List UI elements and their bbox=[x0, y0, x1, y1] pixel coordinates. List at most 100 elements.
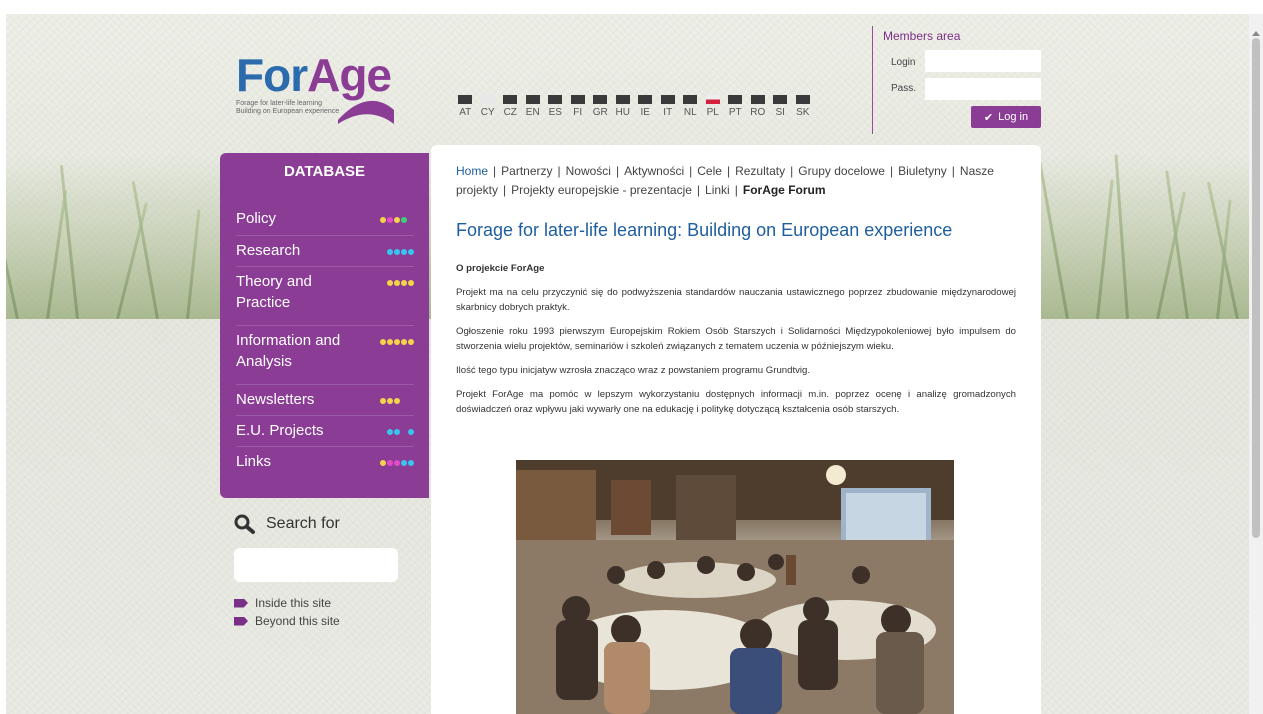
nav-link-5[interactable]: Cele bbox=[697, 164, 722, 178]
dot-icon bbox=[394, 339, 400, 345]
dot-icon bbox=[380, 398, 386, 404]
flag-icon bbox=[593, 95, 608, 104]
dot-icon bbox=[401, 429, 407, 435]
lang-code: GR bbox=[592, 107, 608, 118]
db-item-label: Links bbox=[236, 453, 272, 470]
nav-link-2[interactable]: Partnerzy bbox=[501, 164, 552, 178]
lang-cy[interactable]: CY bbox=[477, 95, 500, 118]
lang-cz[interactable]: CZ bbox=[499, 95, 522, 118]
db-item-theory-and-practice[interactable]: Theory and Practice bbox=[236, 266, 414, 325]
lang-fi[interactable]: FI bbox=[567, 95, 590, 118]
nav-link-8[interactable]: Biuletyny bbox=[898, 164, 947, 178]
dot-icon bbox=[394, 217, 400, 223]
nav-link-7[interactable]: Grupy docelowe bbox=[798, 164, 885, 178]
paragraph-4: Projekt ForAge ma pomóc w lepszym wykorz… bbox=[456, 389, 1016, 415]
magnifier-icon bbox=[234, 514, 255, 534]
scope-beyond[interactable]: Beyond this site bbox=[234, 614, 414, 628]
search-area: Search for Inside this site Beyond this … bbox=[234, 514, 414, 632]
lang-ie[interactable]: IE bbox=[634, 95, 657, 118]
lang-es[interactable]: ES bbox=[544, 95, 567, 118]
lang-code: ES bbox=[548, 107, 562, 118]
lang-code: CY bbox=[480, 107, 495, 118]
nav-separator: | bbox=[557, 164, 561, 178]
flag-icon bbox=[525, 95, 540, 104]
paragraph-3: Ilość tego typu inicjatyw wzrosła znaczą… bbox=[456, 365, 811, 376]
lang-at[interactable]: AT bbox=[454, 95, 477, 118]
lang-hu[interactable]: HU bbox=[612, 95, 635, 118]
nav-link-1[interactable]: Home bbox=[456, 164, 488, 178]
members-area-title: Members area bbox=[883, 29, 961, 43]
scrollbar-thumb[interactable] bbox=[1252, 38, 1260, 538]
lang-sk[interactable]: SK bbox=[792, 95, 815, 118]
language-selector: AT CY CZ EN ES FI GR HU IE IT NL PL PT RO SI SK bbox=[454, 95, 814, 118]
lang-code: NL bbox=[683, 107, 697, 118]
forage-logo[interactable]: ForAge Forage for later-life learning Bu… bbox=[236, 52, 406, 132]
nav-link-11[interactable]: Linki bbox=[705, 183, 730, 197]
dot-icon bbox=[401, 217, 407, 223]
dot-icon bbox=[408, 249, 414, 255]
db-item-label: Information and Analysis bbox=[236, 332, 341, 370]
db-item-links[interactable]: Links bbox=[236, 446, 414, 479]
lang-it[interactable]: IT bbox=[657, 95, 680, 118]
grass-blade bbox=[186, 209, 201, 320]
lang-pl[interactable]: PL bbox=[702, 95, 725, 118]
flag-icon bbox=[773, 95, 788, 104]
lang-code: SK bbox=[796, 107, 810, 118]
article-body: O projekcie ForAge Projekt ma na celu pr… bbox=[456, 261, 1016, 426]
dot-icon bbox=[380, 249, 386, 255]
search-input[interactable] bbox=[234, 548, 398, 582]
lang-en[interactable]: EN bbox=[522, 95, 545, 118]
nav-separator: | bbox=[503, 183, 507, 197]
db-item-research[interactable]: Research bbox=[236, 235, 414, 266]
lang-pt[interactable]: PT bbox=[724, 95, 747, 118]
tag-icon bbox=[234, 616, 248, 626]
page-heading: Forage for later-life learning: Building… bbox=[456, 220, 953, 240]
paragraph-1: Projekt ma na celu przyczynić się do pod… bbox=[456, 287, 1016, 313]
dot-icon bbox=[394, 398, 400, 404]
color-dots bbox=[380, 398, 414, 404]
lang-ro[interactable]: RO bbox=[747, 95, 770, 118]
nav-link-10[interactable]: Projekty europejskie - prezentacje bbox=[511, 183, 692, 197]
scroll-up-icon[interactable] bbox=[1252, 31, 1260, 36]
grass-blade bbox=[59, 164, 79, 320]
nav-link-12[interactable]: ForAge Forum bbox=[743, 183, 826, 197]
color-dots bbox=[380, 429, 414, 435]
db-item-label: E.U. Projects bbox=[236, 422, 324, 439]
flag-icon bbox=[480, 95, 495, 104]
nav-link-6[interactable]: Rezultaty bbox=[735, 164, 785, 178]
tag-icon bbox=[234, 598, 248, 608]
lang-code: CZ bbox=[503, 107, 517, 118]
flag-icon bbox=[660, 95, 675, 104]
conference-photo-illustration bbox=[516, 460, 954, 714]
top-navigation: Home | Partnerzy | Nowości | Aktywności | Cele | R… bbox=[456, 162, 1026, 200]
lang-nl[interactable]: NL bbox=[679, 95, 702, 118]
scope-inside[interactable]: Inside this site bbox=[234, 596, 414, 610]
nav-separator: | bbox=[726, 164, 731, 178]
flag-icon bbox=[615, 95, 630, 104]
dot-icon bbox=[387, 460, 393, 466]
dot-icon bbox=[387, 398, 393, 404]
flag-icon bbox=[705, 95, 720, 104]
login-button[interactable]: ✔ Log in bbox=[971, 106, 1041, 128]
flag-icon bbox=[795, 95, 810, 104]
members-area: Members area Login Pass. ✔ Log in bbox=[872, 26, 1048, 134]
vertical-scrollbar[interactable] bbox=[1249, 14, 1263, 714]
lang-gr[interactable]: GR bbox=[589, 95, 612, 118]
nav-link-3[interactable]: Nowości bbox=[566, 164, 611, 178]
nav-separator: | bbox=[493, 164, 497, 178]
grass-blade bbox=[1114, 154, 1129, 320]
dot-icon bbox=[401, 339, 407, 345]
dot-icon bbox=[401, 249, 407, 255]
nav-link-4[interactable]: Aktywności bbox=[624, 164, 684, 178]
lang-si[interactable]: SI bbox=[769, 95, 792, 118]
password-input[interactable] bbox=[925, 78, 1041, 100]
search-title: Search for bbox=[266, 515, 340, 532]
paragraph-2: Ogłoszenie roku 1993 pierwszym Europejsk… bbox=[456, 326, 1016, 352]
db-item-e-u-projects[interactable]: E.U. Projects bbox=[236, 415, 414, 446]
lang-code: IE bbox=[640, 107, 650, 118]
grass-blade bbox=[1038, 161, 1069, 320]
db-item-newsletters[interactable]: Newsletters bbox=[236, 384, 414, 415]
db-item-policy[interactable]: Policy bbox=[236, 204, 414, 235]
db-item-information-and-analysis[interactable]: Information and Analysis bbox=[236, 325, 414, 384]
login-input[interactable] bbox=[925, 50, 1041, 72]
